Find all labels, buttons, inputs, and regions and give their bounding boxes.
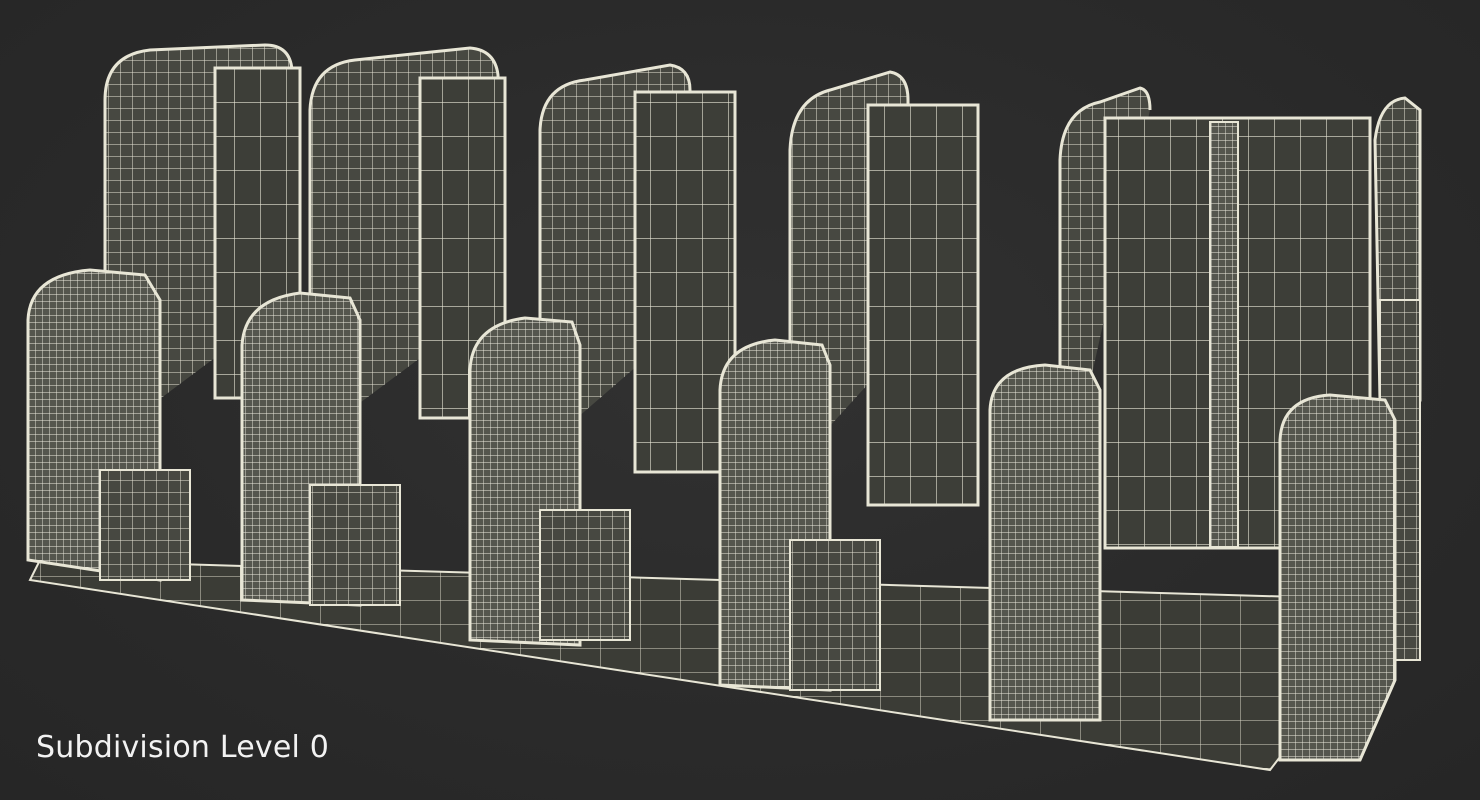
- render-viewport: Subdivision Level 0: [0, 0, 1480, 800]
- wireframe-render: [26, 43, 1422, 772]
- subdivision-level-caption: Subdivision Level 0: [36, 730, 330, 765]
- turnstile-gate-3: [468, 63, 737, 647]
